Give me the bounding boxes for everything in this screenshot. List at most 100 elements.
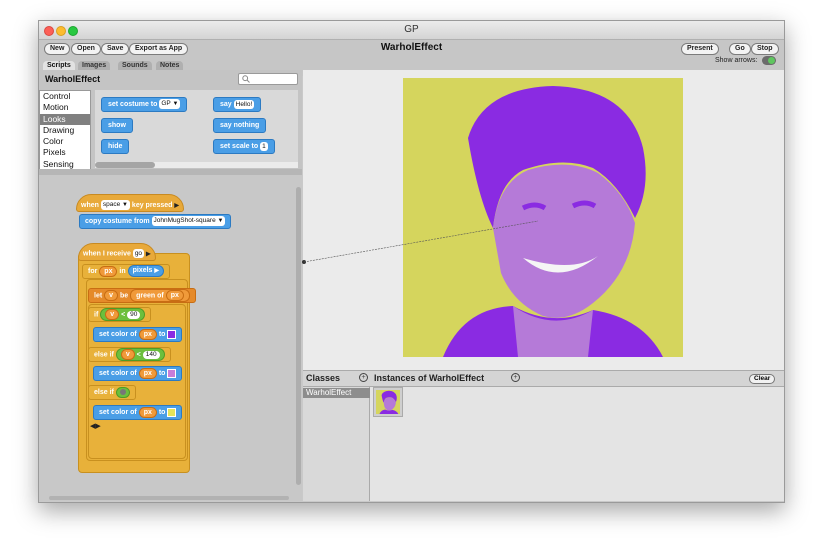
px-variable[interactable]: px	[99, 265, 118, 277]
add-class-icon[interactable]: +	[359, 373, 368, 382]
v-variable[interactable]: v	[105, 309, 120, 320]
toggle-dot	[119, 388, 126, 395]
costume-dropdown[interactable]: GP ▼	[159, 99, 181, 110]
category-looks[interactable]: Looks	[40, 113, 90, 125]
key-dropdown[interactable]: space ▼	[100, 200, 130, 210]
green-of-reporter[interactable]: green of px	[130, 289, 190, 302]
show-arrows-label: Show arrows:	[715, 57, 758, 64]
dropdown-arrow-icon: ▼	[217, 218, 224, 225]
scrollbar-thumb[interactable]	[95, 162, 155, 168]
tab-sounds[interactable]: Sounds	[118, 61, 152, 70]
sprite-arrow-line	[302, 220, 539, 264]
message-dropdown[interactable]: go	[132, 249, 145, 258]
instance-thumbnail[interactable]	[373, 387, 403, 417]
block-label: for	[88, 268, 98, 275]
v-variable[interactable]: v	[120, 349, 135, 360]
copy-costume-block[interactable]: copy costume from JohnMugShot-square ▼	[79, 214, 232, 229]
lt-label: <	[121, 311, 126, 319]
category-color[interactable]: Color	[40, 136, 90, 147]
for-each-block[interactable]: for px in pixels ▶	[82, 264, 171, 279]
script-vertical-scrollbar[interactable]	[296, 187, 301, 485]
tab-images[interactable]: Images	[78, 61, 111, 70]
px-variable[interactable]: px	[138, 367, 157, 379]
block-label-2: to	[158, 370, 166, 377]
reporter-arrow-icon: ▶	[154, 268, 160, 275]
color-swatch-dark-purple[interactable]	[167, 329, 177, 339]
set-costume-block[interactable]: set costume to GP ▼	[101, 97, 188, 112]
present-button[interactable]: Present	[681, 43, 719, 55]
palette-scrollbar[interactable]	[95, 162, 298, 168]
when-i-receive-hat[interactable]: when I receive go ▶	[78, 243, 156, 261]
class-name-title: WarholEffect	[380, 42, 443, 53]
block-label-2: in	[119, 268, 126, 275]
hat-arrow-icon: ▶	[146, 251, 151, 258]
block-label: set color of	[99, 331, 137, 338]
hat-label: when I receive	[83, 250, 131, 258]
script-area: when space ▼ key pressed ▶ copy costume …	[39, 175, 302, 501]
thumbnail-image	[376, 390, 400, 414]
block-label: say	[220, 101, 232, 108]
title-bar: GP	[39, 21, 784, 40]
search-icon	[242, 75, 250, 83]
app-window: GP New Open Save Export as App WarholEff…	[38, 20, 785, 503]
v-variable[interactable]: v	[104, 290, 119, 301]
set-color-block-3[interactable]: set color of px to	[93, 405, 183, 420]
say-text-input[interactable]: Hello!	[233, 99, 255, 109]
pixels-reporter[interactable]: pixels ▶	[127, 265, 165, 278]
pixels-label: pixels	[132, 267, 153, 275]
tab-scripts[interactable]: Scripts	[43, 61, 75, 70]
color-swatch-yellow[interactable]	[167, 407, 177, 417]
set-color-block-1[interactable]: set color of px to	[93, 327, 183, 342]
show-block[interactable]: show	[101, 118, 133, 133]
clear-button[interactable]: Clear	[749, 374, 776, 384]
hat-arrow-icon: ▶	[174, 202, 179, 209]
class-list: WarholEffect	[303, 387, 370, 501]
else-if-block-2[interactable]: else if	[88, 385, 136, 400]
block-label-2: to	[158, 331, 166, 338]
category-motion[interactable]: Motion	[40, 102, 90, 113]
value-input[interactable]: 140	[142, 350, 160, 359]
category-list: Control Motion Looks Drawing Color Pixel…	[39, 90, 91, 171]
class-item-warholeffect[interactable]: WarholEffect	[303, 388, 370, 398]
if-block[interactable]: if v < 90	[88, 307, 152, 322]
px-variable[interactable]: px	[165, 290, 184, 301]
set-color-block-2[interactable]: set color of px to	[93, 366, 183, 381]
block-label: set costume to	[108, 101, 158, 108]
tab-notes[interactable]: Notes	[156, 61, 184, 70]
block-label-2: to	[158, 409, 166, 416]
costume-source-dropdown[interactable]: JohnMugShot-square ▼	[151, 216, 226, 227]
instance-list	[370, 387, 784, 501]
category-pixels[interactable]: Pixels	[40, 147, 90, 158]
color-swatch-light-purple[interactable]	[167, 368, 177, 378]
hide-block[interactable]: hide	[101, 139, 130, 154]
block-label: let	[94, 292, 103, 300]
expand-arrows-icon[interactable]: ◀▶	[90, 422, 101, 430]
scale-input[interactable]: 1	[260, 141, 268, 151]
palette-search-input[interactable]	[238, 73, 298, 85]
say-nothing-block[interactable]: say nothing	[213, 118, 267, 133]
show-arrows-toggle[interactable]	[762, 56, 776, 65]
let-block[interactable]: let v be green of px	[88, 288, 196, 303]
value-input[interactable]: 90	[127, 310, 141, 319]
px-variable[interactable]: px	[138, 328, 157, 340]
true-toggle[interactable]	[115, 386, 130, 398]
dropdown-arrow-icon: ▼	[172, 101, 179, 108]
less-than-reporter[interactable]: v < 90	[100, 308, 146, 321]
block-label: else if	[94, 389, 114, 396]
less-than-reporter[interactable]: v < 140	[115, 348, 165, 361]
classes-title: Classes	[306, 373, 341, 383]
category-drawing[interactable]: Drawing	[40, 125, 90, 136]
stop-button[interactable]: Stop	[751, 43, 779, 55]
px-variable[interactable]: px	[138, 406, 157, 418]
go-button[interactable]: Go	[729, 43, 751, 55]
category-control[interactable]: Control	[40, 91, 90, 102]
when-key-pressed-hat[interactable]: when space ▼ key pressed ▶	[76, 194, 184, 212]
lt-label: <	[136, 351, 141, 359]
say-block[interactable]: say Hello!	[213, 97, 262, 112]
script-horizontal-scrollbar[interactable]	[49, 496, 289, 500]
instances-title: Instances of WarholEffect	[374, 373, 485, 383]
set-scale-block[interactable]: set scale to 1	[213, 139, 275, 154]
else-if-block-1[interactable]: else if v < 140	[88, 347, 171, 362]
green-of-label: green of	[136, 292, 164, 300]
add-instance-icon[interactable]: +	[511, 373, 520, 382]
